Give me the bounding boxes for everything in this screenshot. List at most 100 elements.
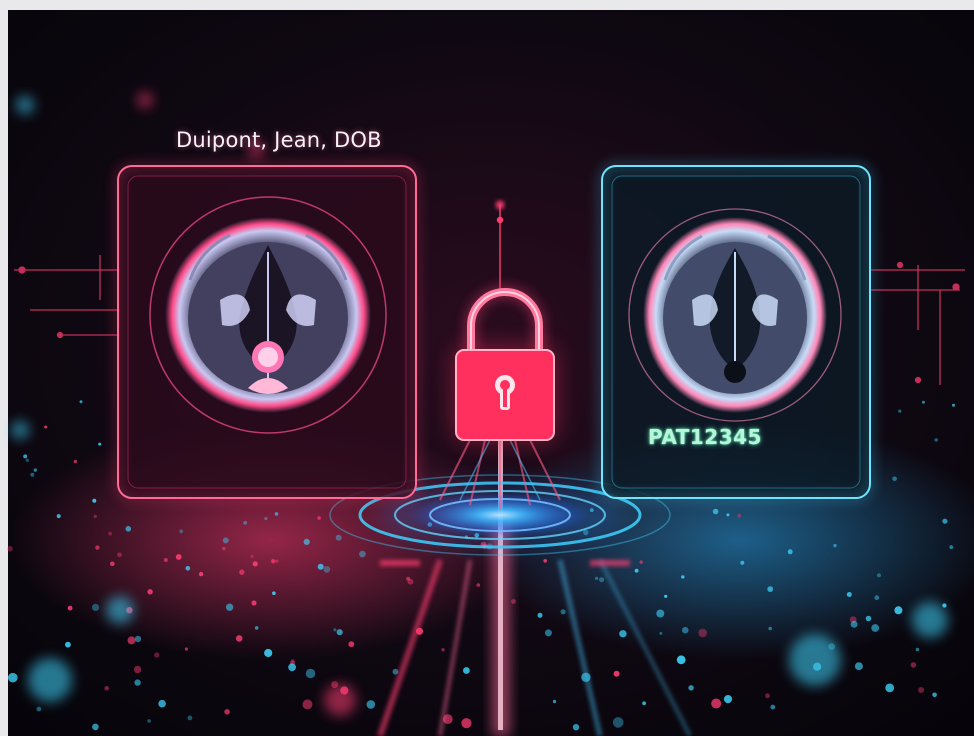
bokeh-light bbox=[28, 658, 72, 702]
anonymized-patient-id-label: PAT12345 bbox=[648, 425, 762, 449]
floor-dot bbox=[92, 723, 99, 731]
floor-dot bbox=[274, 512, 279, 516]
floor-dot bbox=[932, 692, 937, 698]
bokeh-light bbox=[789, 634, 841, 686]
floor-dot bbox=[476, 583, 481, 587]
brain-ct-scan-icon bbox=[165, 217, 371, 413]
floor-dot bbox=[187, 715, 193, 721]
floor-dot bbox=[36, 706, 42, 712]
floor-dot bbox=[952, 403, 955, 407]
bokeh-light bbox=[106, 596, 134, 624]
floor-dot bbox=[91, 603, 100, 612]
floor-dot bbox=[67, 605, 73, 611]
floor-dot bbox=[942, 603, 947, 608]
floor-dot bbox=[288, 663, 296, 672]
floor-dot bbox=[599, 577, 605, 583]
floor-dot bbox=[921, 400, 925, 404]
brain-ct-scan-icon bbox=[643, 217, 827, 413]
floor-dot bbox=[463, 667, 470, 674]
floor-dot bbox=[366, 700, 376, 709]
floor-dot bbox=[712, 508, 719, 515]
floor-dot bbox=[317, 516, 321, 520]
floor-dot bbox=[158, 699, 166, 708]
floor-dot bbox=[461, 718, 472, 729]
floor-dot bbox=[511, 599, 516, 604]
floor-dot bbox=[252, 561, 258, 567]
floor-dot bbox=[264, 648, 273, 658]
floor-dot bbox=[681, 575, 685, 579]
bokeh-light bbox=[137, 92, 153, 108]
floor-dot bbox=[726, 513, 730, 517]
floor-dot bbox=[235, 635, 243, 642]
floor-dot bbox=[271, 559, 276, 564]
floor-dot bbox=[688, 685, 694, 691]
floor-dot bbox=[918, 687, 925, 693]
floor-dot bbox=[95, 545, 100, 550]
floor-dot bbox=[560, 609, 566, 615]
floor-dot bbox=[175, 554, 182, 560]
floor-dot bbox=[676, 655, 686, 665]
floor-dot bbox=[854, 662, 863, 671]
floor-dot bbox=[613, 670, 620, 677]
floor-dot bbox=[303, 538, 310, 546]
floor-dot bbox=[894, 606, 903, 615]
floor-dot bbox=[98, 442, 102, 446]
floor-dot bbox=[125, 526, 132, 532]
floor-dot bbox=[874, 595, 880, 601]
floor-dot bbox=[44, 425, 48, 429]
floor-dot bbox=[243, 520, 248, 525]
floor-dot bbox=[659, 631, 663, 635]
floor-dot bbox=[79, 400, 83, 404]
floor-dot bbox=[865, 615, 872, 622]
bokeh-light bbox=[11, 421, 29, 439]
floor-dot bbox=[949, 545, 954, 549]
floor-dot bbox=[698, 628, 707, 638]
floor-dot bbox=[302, 699, 313, 710]
floor-dot bbox=[767, 586, 774, 592]
floor-dot bbox=[711, 698, 722, 709]
floor-dot bbox=[544, 629, 552, 637]
floor-dot bbox=[406, 576, 411, 581]
floor-dot bbox=[543, 559, 547, 563]
floor-dot bbox=[23, 454, 28, 459]
floor-dot bbox=[833, 543, 837, 548]
floor-dot bbox=[871, 624, 880, 632]
floor-dot bbox=[147, 589, 153, 595]
floor-dot bbox=[317, 563, 324, 570]
floor-dot bbox=[154, 652, 160, 658]
floor-dot bbox=[134, 679, 141, 686]
scene-illustration: Duipont, Jean, DOB PAT12345 bbox=[0, 0, 974, 736]
floor-dot bbox=[770, 704, 776, 710]
floor-dot bbox=[612, 717, 624, 728]
scene-graphics bbox=[0, 0, 974, 736]
floor-dot bbox=[65, 641, 71, 648]
floor-dot bbox=[850, 620, 858, 628]
floor-dot bbox=[251, 600, 257, 606]
floor-dot bbox=[8, 672, 18, 683]
bokeh-light bbox=[16, 96, 34, 114]
bokeh-light bbox=[324, 684, 356, 716]
floor-dot bbox=[134, 635, 142, 643]
floor-dot bbox=[392, 668, 399, 675]
floor-dot bbox=[225, 603, 234, 611]
floor-dot bbox=[127, 636, 136, 645]
floor-dot bbox=[915, 647, 920, 652]
floor-dot bbox=[942, 518, 948, 524]
floor-dot bbox=[117, 552, 122, 558]
floor-dot bbox=[30, 472, 35, 477]
floor-dot bbox=[92, 498, 97, 503]
floor-dot bbox=[104, 686, 109, 691]
floor-dot bbox=[768, 626, 772, 631]
identified-scan-panel bbox=[115, 163, 419, 501]
floor-dot bbox=[892, 476, 897, 482]
floor-dot bbox=[254, 626, 259, 630]
floor-dot bbox=[275, 559, 279, 563]
floor-dot bbox=[56, 514, 61, 519]
floor-dot bbox=[885, 683, 895, 693]
floor-dot bbox=[441, 648, 445, 652]
floor-dot bbox=[846, 592, 852, 597]
floor-dot bbox=[740, 560, 745, 565]
floor-dot bbox=[198, 571, 204, 577]
floor-dot bbox=[323, 566, 331, 573]
floor-dot bbox=[336, 629, 343, 636]
